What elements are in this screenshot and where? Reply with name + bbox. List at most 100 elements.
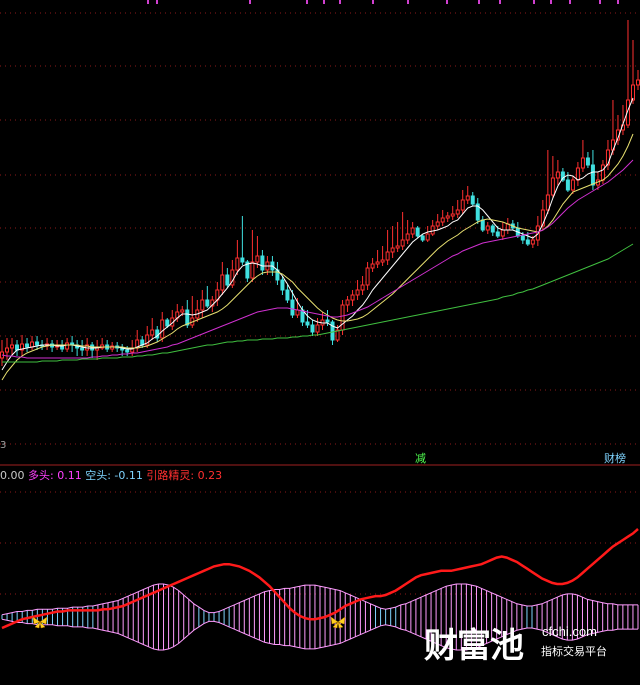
candle-body-78: [390, 247, 395, 253]
candle-body-99: [495, 231, 500, 237]
candle-body-50: [250, 261, 255, 279]
candle-body-84: [420, 235, 425, 241]
candle-32: [160, 312, 165, 342]
candle-body-37: [185, 309, 190, 326]
signal-wings-0: [32, 616, 48, 629]
candle-72: [360, 276, 365, 295]
candle-body-62: [310, 324, 315, 333]
candle-body-88: [440, 217, 445, 223]
candle-body-65: [325, 319, 330, 323]
candle-body-105: [525, 239, 530, 245]
candle-18: [90, 342, 95, 358]
candle-81: [405, 220, 410, 244]
candle-body-96: [480, 219, 485, 231]
candle-4: [20, 335, 25, 356]
candle-body-25: [125, 349, 130, 353]
candle-95: [475, 198, 480, 224]
candle-100: [500, 222, 505, 240]
candle-body-92: [460, 199, 465, 211]
candle-body-48: [240, 257, 245, 263]
candle-30: [150, 318, 155, 340]
candle-body-75: [375, 261, 380, 265]
candle-40: [200, 290, 205, 318]
candle-47: [235, 240, 240, 275]
candle-body-30: [150, 329, 155, 336]
candle-body-71: [355, 289, 360, 296]
candle-body-80: [400, 239, 405, 247]
candle-body-63: [315, 324, 320, 333]
candle-body-3: [15, 344, 20, 351]
candle-body-87: [435, 221, 440, 227]
candle-body-16: [80, 347, 85, 351]
candle-115: [575, 162, 580, 186]
signal-wings-1: [330, 616, 346, 629]
candle-16: [80, 340, 85, 356]
legend-long-label: 多头: [28, 469, 50, 482]
candle-body-47: [235, 257, 240, 271]
candle-body-94: [470, 195, 475, 205]
candle-14: [70, 336, 75, 352]
axis-cut-label: 3: [0, 440, 7, 451]
candle-51: [255, 236, 260, 268]
candle-92: [460, 190, 465, 214]
reduce-marker: 减: [415, 452, 426, 465]
candle-20: [100, 338, 105, 350]
candle-71: [355, 280, 360, 300]
legend-spirit-sep: :: [190, 469, 198, 482]
candle-79: [395, 222, 400, 252]
candle-97: [485, 222, 490, 234]
candle-94: [470, 192, 475, 206]
candle-body-56: [280, 279, 285, 291]
candle-109: [545, 150, 550, 214]
candle-body-36: [180, 309, 185, 313]
candle-101: [505, 218, 510, 234]
candle-45: [225, 268, 230, 288]
candle-7: [35, 336, 40, 350]
candle-10: [50, 340, 55, 352]
candle-body-7: [35, 341, 40, 346]
candle-body-126: [630, 84, 635, 101]
candle-body-100: [500, 229, 505, 237]
candle-43: [215, 282, 220, 306]
candle-body-45: [225, 274, 230, 286]
candle-34: [170, 310, 175, 330]
candle-46: [230, 260, 235, 288]
candle-21: [105, 340, 110, 352]
watermark-site: cfchi.com: [542, 624, 597, 639]
candle-74: [370, 258, 375, 272]
candle-body-61: [305, 321, 310, 326]
candle-body-97: [485, 225, 490, 231]
candle-body-79: [395, 245, 400, 249]
candle-body-1: [5, 347, 10, 353]
candle-body-58: [290, 299, 295, 316]
candle-body-51: [255, 255, 260, 263]
candle-57: [285, 285, 290, 303]
candle-body-90: [450, 213, 455, 217]
candle-body-73: [365, 267, 370, 286]
candle-77: [385, 230, 390, 265]
candle-body-85: [425, 233, 430, 241]
candle-29: [145, 326, 150, 348]
candle-69: [345, 296, 350, 312]
candle-73: [365, 262, 370, 290]
candle-body-6: [30, 341, 35, 348]
candle-body-32: [160, 319, 165, 339]
candle-body-86: [430, 225, 435, 235]
candle-90: [450, 206, 455, 220]
candle-body-40: [200, 299, 205, 311]
candle-63: [315, 318, 320, 336]
candle-76: [380, 246, 385, 266]
candle-body-113: [565, 179, 570, 191]
candle-body-118: [590, 164, 595, 186]
candle-127: [635, 70, 640, 90]
candle-44: [220, 262, 225, 295]
legend-prefix: 0.00: [0, 469, 25, 482]
candle-body-115: [575, 167, 580, 181]
signal-marker-0: [32, 616, 48, 629]
wealth-list-marker: 财榜: [604, 452, 626, 465]
candle-body-76: [380, 259, 385, 263]
candle-91: [455, 200, 460, 218]
candle-98: [490, 224, 495, 236]
candle-body-82: [410, 227, 415, 235]
legend-short-value: -0.11: [114, 469, 143, 482]
